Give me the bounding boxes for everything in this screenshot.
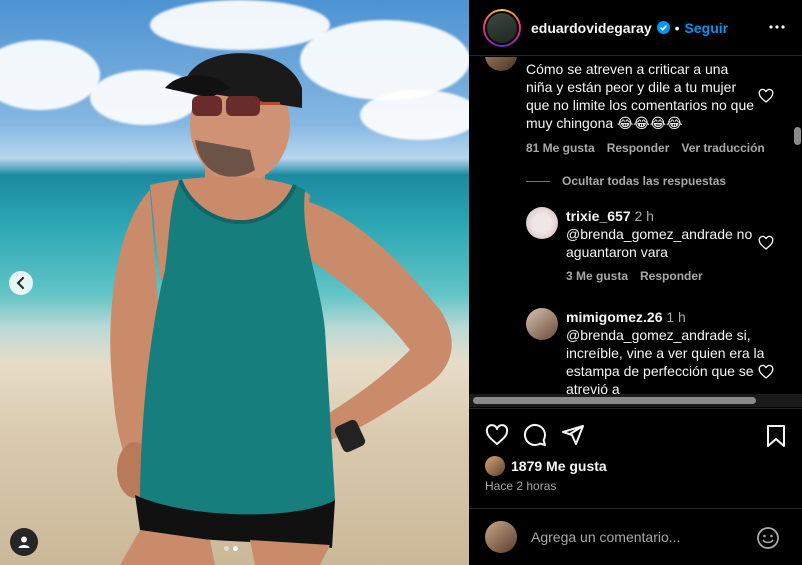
comment-item: Cómo se atreven a criticar a una niña y … <box>526 60 758 132</box>
carousel-indicator <box>224 546 238 551</box>
post-header: eduardovidegaray • Seguir <box>469 0 802 56</box>
post-likes-count[interactable]: 1879 Me gusta <box>511 458 607 474</box>
post-likes[interactable]: 1879 Me gusta <box>485 456 607 476</box>
follow-button[interactable]: Seguir <box>685 20 729 36</box>
comment-like-heart-icon[interactable] <box>758 88 774 104</box>
post-actions: 1879 Me gusta Hace 2 horas <box>469 408 802 508</box>
previous-slide-button[interactable] <box>9 271 33 295</box>
like-heart-icon[interactable] <box>485 423 509 447</box>
reply-like-heart-icon[interactable] <box>758 364 774 380</box>
comment-bubble-icon[interactable] <box>523 423 547 447</box>
scrollbar-thumb[interactable] <box>473 397 756 404</box>
tagged-people-button[interactable] <box>10 528 38 556</box>
post-side-panel: eduardovidegaray • Seguir Cómo se atreve… <box>469 0 802 565</box>
emoji-icon[interactable] <box>756 526 780 550</box>
hide-replies-toggle[interactable]: Ocultar todas las respuestas <box>526 174 726 188</box>
reply-username[interactable]: trixie_657 <box>566 208 631 224</box>
share-send-icon[interactable] <box>561 423 585 447</box>
header-separator: • <box>674 19 680 36</box>
comment-reply-button[interactable]: Responder <box>607 141 670 155</box>
comment-translate-button[interactable]: Ver traducción <box>681 141 764 155</box>
current-user-avatar <box>485 521 517 553</box>
bookmark-save-icon[interactable] <box>766 425 786 447</box>
reply-like-heart-icon[interactable] <box>758 235 774 251</box>
author-username[interactable]: eduardovidegaray <box>531 20 652 36</box>
reply-text: @brenda_gomez_andrade no aguantaron vara <box>566 226 753 260</box>
reply-reply-button[interactable]: Responder <box>640 269 703 283</box>
reply-avatar[interactable] <box>526 207 558 239</box>
liker-avatar <box>485 456 505 476</box>
commenter-avatar[interactable] <box>485 57 517 71</box>
more-horizontal-icon[interactable] <box>768 18 786 36</box>
reply-time: 1 h <box>666 309 686 325</box>
comments-list[interactable]: Cómo se atreven a criticar a una niña y … <box>469 57 802 394</box>
author-avatar[interactable] <box>483 8 521 47</box>
chevron-left-icon <box>16 277 24 289</box>
comment-likes[interactable]: 81 Me gusta <box>526 141 595 155</box>
comment-composer: Agrega un comentario... <box>469 508 802 565</box>
post-timestamp: Hace 2 horas <box>485 479 557 493</box>
hide-replies-label: Ocultar todas las respuestas <box>562 174 727 188</box>
user-icon <box>18 536 30 548</box>
comment-meta: 81 Me gusta Responder Ver traducción <box>526 141 765 155</box>
reply-avatar[interactable] <box>526 308 558 340</box>
instagram-post-modal: eduardovidegaray • Seguir Cómo se atreve… <box>0 0 802 565</box>
carousel-dot <box>224 546 229 551</box>
vertical-scrollbar[interactable] <box>794 127 801 145</box>
reply-text: @brenda_gomez_andrade si, increíble, vin… <box>566 327 765 394</box>
man-in-tank-top-figure <box>110 53 452 565</box>
comment-text: Cómo se atreven a criticar a una niña y … <box>526 61 755 131</box>
reply-item: trixie_657 2 h @brenda_gomez_andrade no … <box>566 207 766 261</box>
reply-likes[interactable]: 3 Me gusta <box>566 269 628 283</box>
reply-time: 2 h <box>634 208 654 224</box>
post-photo[interactable] <box>0 0 469 565</box>
horizontal-scrollbar[interactable] <box>469 394 802 407</box>
reply-item: mimigomez.26 1 h @brenda_gomez_andrade s… <box>566 308 766 394</box>
verified-badge-icon <box>656 21 670 34</box>
comment-input[interactable]: Agrega un comentario... <box>531 529 680 545</box>
divider <box>526 180 550 182</box>
carousel-dot-active <box>233 546 238 551</box>
reply-username[interactable]: mimigomez.26 <box>566 309 662 325</box>
reply-meta: 3 Me gusta Responder <box>566 269 703 283</box>
